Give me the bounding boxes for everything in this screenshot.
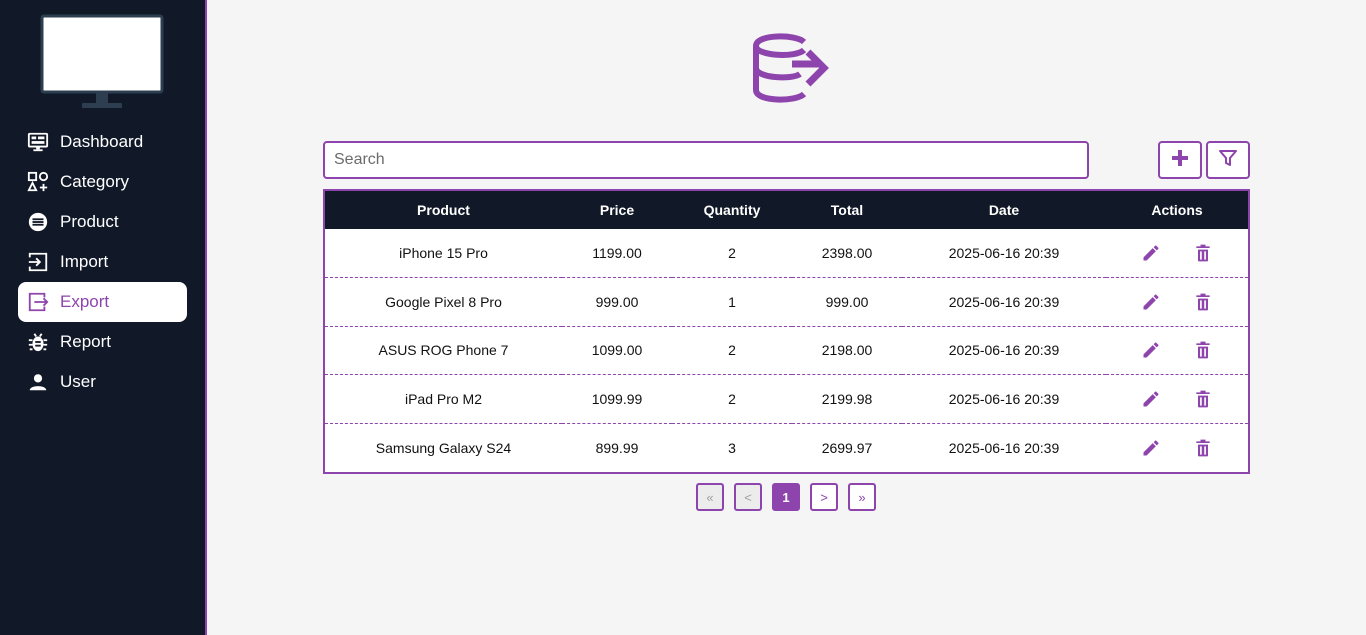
sidebar-nav: Dashboard Category Product Import Export	[18, 122, 187, 402]
sidebar-item-label: Report	[60, 332, 112, 351]
sidebar-item-dashboard[interactable]: Dashboard	[18, 122, 187, 162]
cell-quantity: 3	[728, 439, 736, 456]
column-header-product[interactable]: Product	[325, 191, 562, 230]
table-row: iPhone 15 Pro 1199.00 2 2398.00 2025-06-…	[325, 229, 1248, 278]
cell-product: iPhone 15 Pro	[325, 229, 562, 278]
delete-icon[interactable]	[1191, 387, 1215, 411]
prev-page-button[interactable]: <	[734, 483, 762, 511]
delete-icon[interactable]	[1191, 436, 1215, 460]
sidebar-item-product[interactable]: Product	[18, 202, 187, 242]
table-row: ASUS ROG Phone 7 1099.00 2 2198.00 2025-…	[325, 326, 1248, 375]
category-icon	[26, 170, 50, 194]
cell-total: 2398.00	[792, 229, 902, 278]
pagination: « < 1 > »	[696, 483, 876, 511]
table-header-row: Product Price Quantity Total Date Action…	[325, 191, 1248, 230]
cell-date: 2025-06-16 20:39	[902, 326, 1106, 375]
delete-icon[interactable]	[1191, 338, 1215, 362]
cell-product: Google Pixel 8 Pro	[325, 277, 562, 327]
cell-price: 999.00	[562, 277, 672, 327]
delete-icon[interactable]	[1191, 241, 1215, 265]
cell-total: 2199.98	[792, 374, 902, 424]
column-header-quantity[interactable]: Quantity	[672, 191, 792, 230]
export-icon	[26, 290, 50, 314]
sidebar-item-label: Product	[60, 212, 119, 231]
plus-icon	[1170, 148, 1190, 173]
cell-quantity: 1	[672, 277, 792, 327]
cell-price: 1099.00	[562, 326, 672, 375]
cell-date: 2025-06-16 20:39	[902, 229, 1106, 278]
import-icon	[26, 250, 50, 274]
filter-icon	[1218, 148, 1238, 173]
edit-icon[interactable]	[1139, 338, 1163, 362]
filter-button[interactable]	[1206, 141, 1250, 179]
first-page-button[interactable]: «	[696, 483, 724, 511]
sidebar-item-label: User	[60, 372, 96, 391]
column-header-total[interactable]: Total	[792, 191, 902, 230]
edit-icon[interactable]	[1139, 387, 1163, 411]
cell-actions	[1106, 277, 1248, 327]
cell-actions	[1106, 326, 1248, 375]
bug-icon	[26, 330, 50, 354]
sidebar-item-user[interactable]: User	[18, 362, 187, 402]
sidebar: Dashboard Category Product Import Export	[0, 0, 207, 635]
sidebar-item-label: Dashboard	[60, 132, 144, 151]
sidebar-item-report[interactable]: Report	[18, 322, 187, 362]
cell-quantity: 2	[672, 229, 792, 278]
cell-quantity: 2	[672, 326, 792, 375]
cell-date: 2025-06-16 20:39	[902, 277, 1106, 327]
add-button[interactable]	[1158, 141, 1202, 179]
export-table: Product Price Quantity Total Date Action…	[323, 189, 1250, 474]
edit-icon[interactable]	[1139, 241, 1163, 265]
cell-quantity: 2	[672, 374, 792, 424]
edit-icon[interactable]	[1139, 436, 1163, 460]
cell-price: 1199.00	[562, 229, 672, 278]
cell-product: ASUS ROG Phone 7	[325, 326, 562, 375]
monitor-logo-icon	[40, 14, 164, 108]
last-page-button[interactable]: »	[848, 483, 876, 511]
user-icon	[26, 370, 50, 394]
column-header-price[interactable]: Price	[562, 191, 672, 230]
search-input[interactable]	[323, 141, 1089, 179]
sidebar-item-export[interactable]: Export	[18, 282, 187, 322]
page-1-button[interactable]: 1	[772, 483, 800, 511]
cell-total: 999.00	[792, 277, 902, 327]
cell-date: 2025-06-16 20:39	[948, 439, 1060, 456]
table-row: iPad Pro M2 1099.99 2 2199.98 2025-06-16…	[325, 374, 1248, 424]
column-header-date[interactable]: Date	[902, 191, 1106, 230]
dashboard-icon	[26, 130, 50, 154]
edit-icon[interactable]	[1139, 290, 1163, 314]
cell-product: iPad Pro M2	[325, 374, 562, 424]
next-page-button[interactable]: >	[810, 483, 838, 511]
cell-price: 899.99	[595, 439, 639, 456]
cell-product: Samsung Galaxy S24	[375, 439, 512, 456]
cell-total: 2198.00	[792, 326, 902, 375]
cell-price: 1099.99	[562, 374, 672, 424]
column-header-actions: Actions	[1106, 191, 1248, 230]
cell-actions	[1106, 423, 1248, 472]
sidebar-item-label: Import	[60, 252, 109, 271]
cell-total: 2699.97	[821, 439, 873, 456]
sidebar-item-import[interactable]: Import	[18, 242, 187, 282]
sidebar-item-label: Export	[60, 292, 110, 311]
product-icon	[26, 210, 50, 234]
sidebar-item-label: Category	[60, 172, 129, 191]
sidebar-item-category[interactable]: Category	[18, 162, 187, 202]
cell-actions	[1106, 229, 1248, 278]
table-row: Google Pixel 8 Pro 999.00 1 999.00 2025-…	[325, 277, 1248, 327]
database-export-icon	[753, 33, 829, 103]
main-content: Product Price Quantity Total Date Action…	[207, 0, 1366, 635]
cell-date: 2025-06-16 20:39	[902, 374, 1106, 424]
table-row: Samsung Galaxy S24 899.99 3 2699.97 2025…	[325, 423, 1248, 472]
cell-actions	[1106, 374, 1248, 424]
delete-icon[interactable]	[1191, 290, 1215, 314]
